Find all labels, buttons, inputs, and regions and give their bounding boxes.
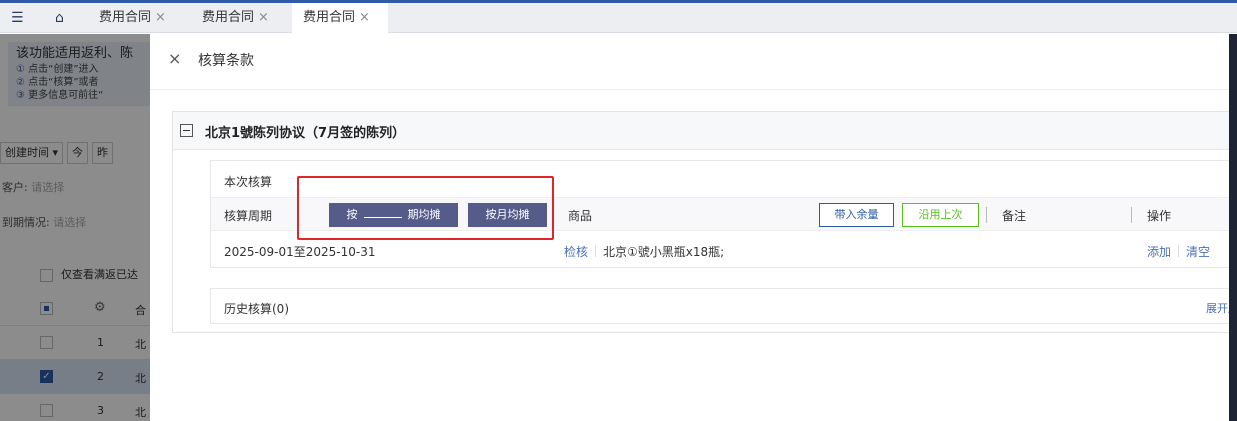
add-link[interactable]: 添加 xyxy=(1147,243,1171,260)
use-last-button[interactable]: 沿用上次 xyxy=(902,203,979,227)
close-icon[interactable]: × xyxy=(155,10,166,25)
tab-label: 费用合同 xyxy=(99,10,152,25)
close-icon[interactable]: × xyxy=(359,10,370,25)
collapse-icon[interactable] xyxy=(180,124,193,137)
section-title: 本次核算 xyxy=(224,175,273,189)
tab-contract-2[interactable]: 费用合同 × xyxy=(202,3,269,33)
goods-value: 北京①號小黑瓶x18瓶; xyxy=(603,245,725,259)
card-header: 北京1號陈列协议（7月签的陈列） xyxy=(173,112,1237,150)
close-icon[interactable]: × xyxy=(258,10,269,25)
check-link[interactable]: 检核 xyxy=(564,243,588,260)
tab-label: 费用合同 xyxy=(202,10,255,25)
remark-header: 备注 xyxy=(1002,209,1027,223)
card-title: 北京1號陈列协议（7月签的陈列） xyxy=(205,126,406,141)
modal-overlay[interactable] xyxy=(0,34,150,421)
period-value: 2025-09-01至2025-10-31 xyxy=(224,245,376,259)
bring-remaining-button[interactable]: 带入余量 xyxy=(819,203,894,227)
period-header: 核算周期 xyxy=(224,209,273,223)
close-icon[interactable]: × xyxy=(168,51,181,67)
divider xyxy=(1131,207,1132,223)
menu-toggle-icon[interactable]: ☰ xyxy=(11,11,24,25)
operation-header: 操作 xyxy=(1147,209,1172,223)
clear-link[interactable]: 清空 xyxy=(1186,243,1210,260)
tab-contract-3[interactable]: 费用合同 × xyxy=(292,3,388,33)
window-edge xyxy=(1229,34,1237,421)
tab-contract-1[interactable]: 费用合同 × xyxy=(99,3,166,33)
tab-label: 费用合同 xyxy=(303,10,356,25)
goods-header: 商品 xyxy=(568,209,593,223)
divider xyxy=(595,245,596,257)
divider xyxy=(986,207,987,223)
history-title: 历史核算(0) xyxy=(224,302,289,316)
drawer-title: 核算条款 xyxy=(198,53,254,69)
annotation-highlight-box xyxy=(297,176,554,240)
divider xyxy=(1178,245,1179,257)
tab-bar: ☰ ⌂ 费用合同 × 费用合同 × 费用合同 × xyxy=(0,3,1237,33)
divider xyxy=(150,89,1229,90)
home-icon[interactable]: ⌂ xyxy=(55,11,64,25)
history-section: 历史核算(0) 展开历 xyxy=(210,288,1237,324)
